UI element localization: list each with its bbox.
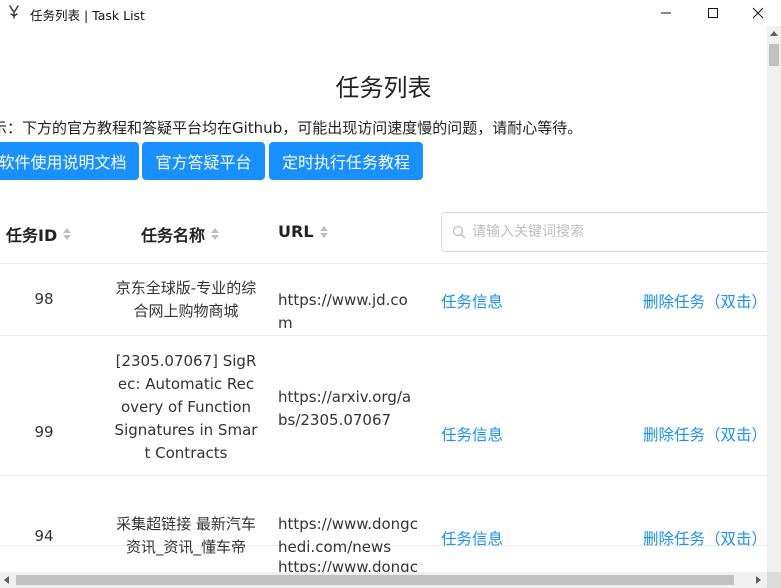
table-row: https://www.dongc [0,546,767,572]
scheduled-task-tutorial-button[interactable]: 定时执行任务教程 [269,142,423,180]
task-url-cell: https://arxiv.org/abs/2305.07067 [278,388,412,429]
delete-task-link[interactable]: 删除任务（双击） [643,423,767,445]
content-area: 任务列表 示：下方的官方教程和答疑平台均在Github，可能出现访问速度慢的问题… [0,26,767,572]
title-bar: 任务列表 | Task List [0,0,781,26]
task-info-link[interactable]: 任务信息 [441,423,503,445]
sort-icon[interactable] [319,225,328,238]
notice-text: 示：下方的官方教程和答疑平台均在Github，可能出现访问速度慢的问题，请耐心等… [0,119,583,137]
column-header-label: 任务ID [6,226,58,245]
delete-task-link[interactable]: 删除任务（双击） [643,290,767,312]
task-name-cell: [2305.07067] SigRec: Automatic Recovery … [114,352,258,462]
scroll-up-icon[interactable] [770,31,778,36]
task-id-cell: 98 [34,290,54,308]
app-logo-icon [9,5,19,19]
vertical-scroll-thumb[interactable] [769,44,779,66]
column-header-task-name[interactable]: 任务名称 [141,222,220,246]
table-header: 任务ID 任务名称 URL [0,202,767,264]
task-info-link[interactable]: 任务信息 [441,290,503,312]
sort-icon[interactable] [63,228,72,240]
column-header-label: 任务名称 [141,226,206,245]
task-name-cell: 京东全球版-专业的综合网上购物商城 [115,279,257,320]
close-button[interactable] [735,0,781,26]
task-url-cell: https://www.jd.com [278,291,408,332]
official-qa-button[interactable]: 官方答疑平台 [142,142,265,180]
maximize-button[interactable] [690,0,736,26]
table-row: 94 采集超链接 最新汽车资讯_资讯_懂车帝 https://www.dongc… [0,476,767,556]
software-manual-button[interactable]: 软件使用说明文档 [0,142,139,180]
task-id-cell: 99 [34,423,54,441]
table-row: 98 京东全球版-专业的综合网上购物商城 https://www.jd.com … [0,265,767,336]
column-header-url[interactable]: URL [278,222,328,241]
search-box[interactable] [441,212,767,252]
task-url-cell: https://www.dongc [278,558,418,572]
task-id-cell: 94 [34,527,54,545]
search-input[interactable] [472,213,762,251]
scroll-right-icon[interactable] [756,576,761,584]
table-row: 99 [2305.07067] SigRec: Automatic Recove… [0,336,767,476]
page-title: 任务列表 [335,74,432,102]
scroll-left-icon[interactable] [4,576,9,584]
vertical-scrollbar[interactable] [767,26,781,572]
column-header-label: URL [278,222,314,241]
close-icon [752,7,764,19]
maximize-icon [708,8,718,18]
minimize-icon [661,12,671,14]
horizontal-scroll-thumb[interactable] [16,575,734,585]
search-icon [452,225,466,239]
scrollbar-corner [767,572,781,588]
column-header-task-id[interactable]: 任务ID [6,222,72,246]
sort-icon[interactable] [211,228,220,240]
minimize-button[interactable] [643,0,689,26]
window-title: 任务列表 | Task List [30,8,145,23]
horizontal-scrollbar[interactable] [0,572,767,588]
